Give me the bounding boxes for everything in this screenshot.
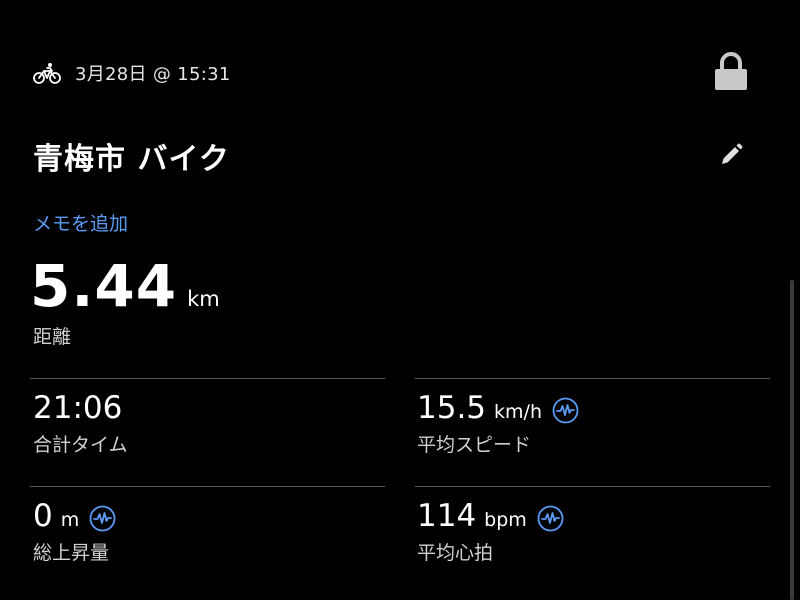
avg-heart-rate-unit: bpm [484, 509, 527, 531]
activity-datetime: 3月28日 @ 15:31 [75, 64, 231, 85]
stat-avg-heart-rate: 114 bpm 平均心拍 [417, 498, 564, 565]
divider [30, 378, 385, 379]
activity-header: 3月28日 @ 15:31 [33, 58, 231, 88]
distance-metric: 5.44 km [30, 252, 220, 320]
total-time-value: 21:06 [33, 390, 123, 426]
divider [415, 378, 770, 379]
distance-label: 距離 [33, 326, 72, 348]
lock-icon[interactable] [713, 52, 749, 92]
workout-detail-screen: 3月28日 @ 15:31 青梅市 バイク メモを追加 5.44 km 距離 2… [0, 0, 800, 600]
stat-avg-speed: 15.5 km/h 平均スピード [417, 390, 579, 457]
elevation-gain-label: 総上昇量 [33, 542, 110, 564]
avg-heart-rate-value: 114 [417, 498, 477, 534]
avg-speed-label: 平均スピード [417, 434, 532, 456]
avg-speed-value: 15.5 [417, 390, 487, 426]
avg-speed-unit: km/h [494, 401, 542, 423]
elevation-gain-unit: m [60, 509, 80, 531]
add-memo-link[interactable]: メモを追加 [33, 209, 128, 236]
elevation-gain-value: 0 [33, 498, 53, 534]
stat-elevation-gain: 0 m 総上昇量 [33, 498, 116, 565]
activity-wave-icon[interactable] [89, 505, 116, 532]
activity-wave-icon[interactable] [537, 505, 564, 532]
divider [30, 486, 385, 487]
scrollbar[interactable] [790, 280, 794, 600]
avg-heart-rate-label: 平均心拍 [417, 542, 494, 564]
pencil-icon[interactable] [718, 142, 744, 168]
divider [415, 486, 770, 487]
distance-unit: km [187, 287, 220, 311]
activity-title: 青梅市 バイク [33, 142, 230, 177]
bicycle-icon [33, 61, 61, 85]
distance-value: 5.44 [30, 252, 178, 320]
activity-wave-icon[interactable] [552, 397, 579, 424]
total-time-label: 合計タイム [33, 434, 128, 456]
stat-total-time: 21:06 合計タイム [33, 390, 128, 457]
